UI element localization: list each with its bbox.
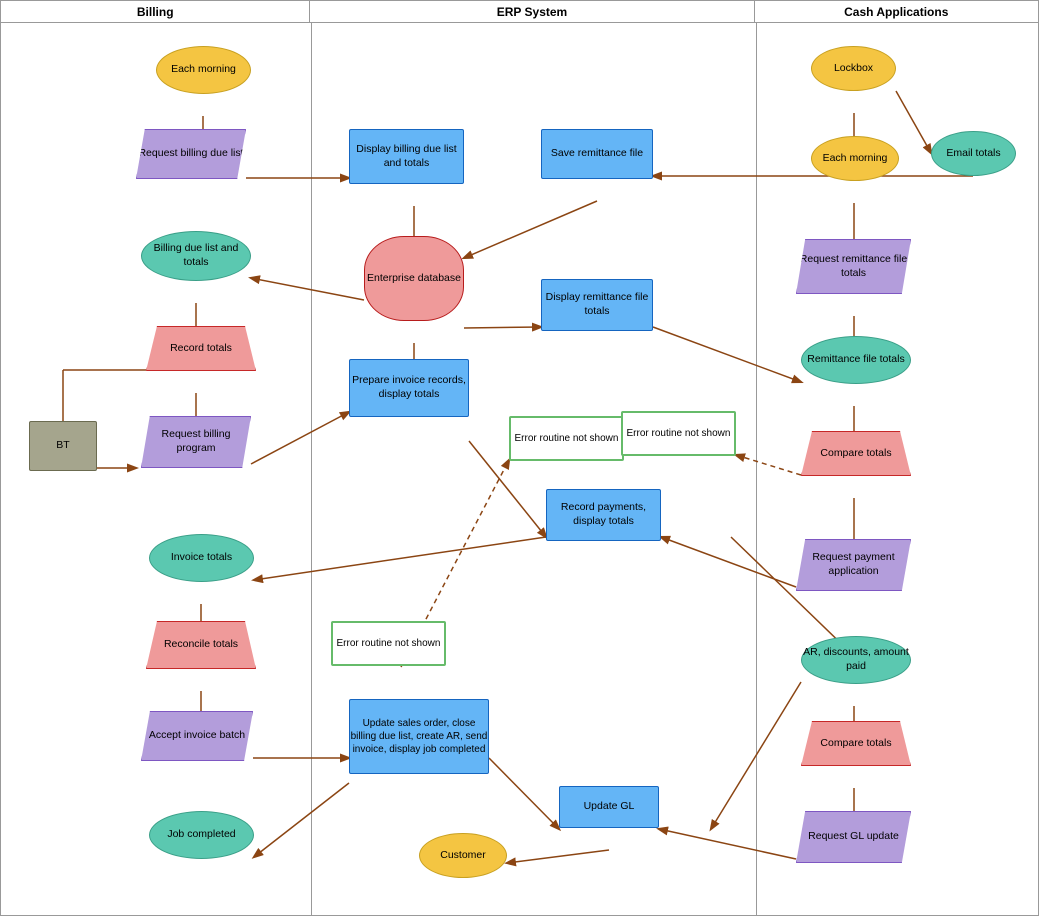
ca-each-morning: Each morning: [811, 136, 899, 181]
request-remittance-totals: Request remittance file totals: [796, 239, 911, 294]
lockbox: Lockbox: [811, 46, 896, 91]
record-totals: Record totals: [146, 326, 256, 371]
ar-discounts: AR, discounts, amount paid: [801, 636, 911, 684]
col-divider-left: [311, 23, 312, 915]
email-totals: Email totals: [931, 131, 1016, 176]
col-cash: Cash Applications: [755, 1, 1038, 22]
bt-box: BT: [29, 421, 97, 471]
update-gl: Update GL: [559, 786, 659, 828]
col-billing: Billing: [1, 1, 310, 22]
display-remittance-totals: Display remittance file totals: [541, 279, 653, 331]
col-erp: ERP System: [310, 1, 754, 22]
update-sales-order: Update sales order, close billing due li…: [349, 699, 489, 774]
compare-totals-2: Compare totals: [801, 721, 911, 766]
compare-totals-1: Compare totals: [801, 431, 911, 476]
col-divider-right: [756, 23, 757, 915]
reconcile-totals: Reconcile totals: [146, 621, 256, 669]
billing-due-totals: Billing due list and totals: [141, 231, 251, 281]
error-routine-erp: Error routine not shown: [509, 416, 624, 461]
job-completed-billing: Job completed: [149, 811, 254, 859]
enterprise-database: Enterprise database: [364, 236, 464, 321]
error-routine-ca: Error routine not shown: [621, 411, 736, 456]
save-remittance-file: Save remittance file: [541, 129, 653, 179]
column-headers: Billing ERP System Cash Applications: [1, 1, 1038, 23]
display-billing-due: Display billing due list and totals: [349, 129, 464, 184]
customer: Customer: [419, 833, 507, 878]
request-billing-program: Request billing program: [141, 416, 251, 468]
request-billing-due-list: Request billing due list: [136, 129, 246, 179]
billing-each-morning: Each morning: [156, 46, 251, 94]
accept-invoice-batch: Accept invoice batch: [141, 711, 253, 761]
prepare-invoice: Prepare invoice records, display totals: [349, 359, 469, 417]
invoice-totals: Invoice totals: [149, 534, 254, 582]
diagram-container: Billing ERP System Cash Applications: [0, 0, 1039, 916]
request-gl-update: Request GL update: [796, 811, 911, 863]
remittance-file-totals: Remittance file totals: [801, 336, 911, 384]
error-routine-billing: Error routine not shown: [331, 621, 446, 666]
request-payment-app: Request payment application: [796, 539, 911, 591]
record-payments: Record payments, display totals: [546, 489, 661, 541]
